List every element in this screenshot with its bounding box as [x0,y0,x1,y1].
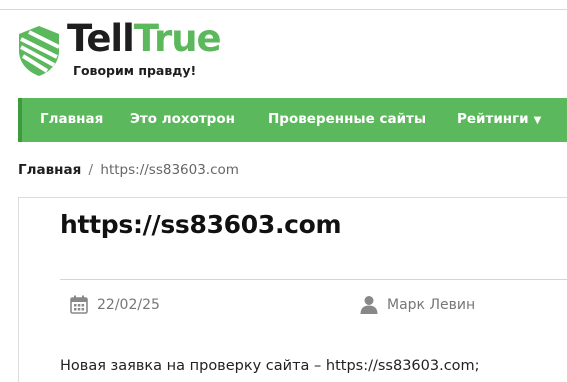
site-logo[interactable]: TellTrue Говорим правду! [18,17,248,82]
logo-wordmark: TellTrue [67,17,222,61]
post-body-text: Новая заявка на проверку сайта – https:/… [60,358,480,374]
post-date: 22/02/25 [70,295,160,314]
top-edge [0,0,567,10]
chevron-down-icon: ▼ [533,115,542,126]
nav-item-home[interactable]: Главная [40,111,103,127]
logo-word-true: True [133,17,222,60]
post-card: https://ss83603.com 22/02/25 Марк Левин … [18,197,567,382]
logo-tagline: Говорим правду! [73,63,197,78]
breadcrumb-separator: / [88,162,94,178]
shield-logo-icon [19,26,60,76]
breadcrumb: Главная / https://ss83603.com [18,162,239,178]
post-title: https://ss83603.com [60,210,342,239]
user-icon [360,296,378,314]
page: TellTrue Говорим правду! Главная Это лох… [0,0,567,382]
breadcrumb-home-link[interactable]: Главная [18,162,81,178]
nav-item-ratings[interactable]: Рейтинги ▼ [457,111,541,127]
breadcrumb-current: https://ss83603.com [100,162,239,178]
nav-item-scam[interactable]: Это лохотрон [130,111,235,127]
title-divider [60,279,567,280]
post-author[interactable]: Марк Левин [360,295,475,314]
nav-item-verified-sites[interactable]: Проверенные сайты [268,111,426,127]
post-date-text: 22/02/25 [97,296,160,313]
logo-word-tell: Tell [67,17,135,60]
calendar-icon [70,295,88,314]
post-author-name: Марк Левин [387,296,476,313]
nav-item-ratings-label: Рейтинги [457,111,529,127]
main-navbar: Главная Это лохотрон Проверенные сайты Р… [18,98,567,142]
